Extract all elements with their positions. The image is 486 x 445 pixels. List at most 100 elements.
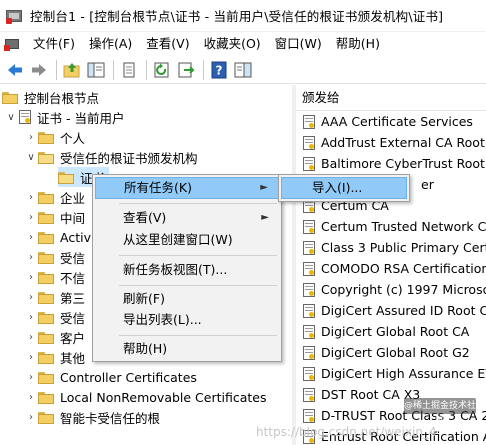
svg-text:?: ? (216, 63, 223, 77)
tree-label: 不信 (60, 270, 86, 286)
tree-node-personal[interactable]: › 个人 (24, 127, 85, 147)
toolbar-separator (203, 59, 204, 80)
chevron-right-icon[interactable]: › (24, 332, 38, 343)
menu-item-refresh[interactable]: 刷新(F) (95, 288, 279, 310)
menu-file[interactable]: 文件(F) (26, 33, 82, 55)
chevron-right-icon[interactable]: › (24, 232, 38, 243)
column-header-issued-to[interactable]: 颁发给 (296, 85, 486, 111)
action-pane-icon[interactable] (232, 59, 254, 81)
folder-icon (38, 271, 54, 284)
list-item[interactable]: DigiCert Global Root G2 (296, 342, 486, 363)
chevron-right-icon[interactable]: › (24, 212, 38, 223)
window-title: 控制台1 - [控制台根节点\证书 - 当前用户\受信任的根证书颁发机构\证书] (30, 9, 444, 24)
menu-help[interactable]: 帮助(H) (329, 33, 387, 55)
tree-node-console-root[interactable]: 控制台根节点 (2, 87, 99, 107)
context-menu: 所有任务(K) ► 查看(V) ► 从这里创建窗口(W) 新任务板视图(T)..… (92, 174, 282, 362)
chevron-right-icon[interactable]: › (24, 292, 38, 303)
list-item-label: Certum Trusted Network CA (321, 219, 486, 234)
menu-view[interactable]: 查看(V) (139, 33, 196, 55)
certificate-icon (302, 387, 316, 402)
toolbar: ? (0, 56, 486, 84)
list-item[interactable]: DigiCert Global Root CA (296, 321, 486, 342)
title-bar: 控制台1 - [控制台根节点\证书 - 当前用户\受信任的根证书颁发机构\证书] (0, 0, 486, 32)
menu-window[interactable]: 窗口(W) (268, 33, 329, 55)
list-item[interactable]: Certum Trusted Network CA (296, 216, 486, 237)
list-item-label: DigiCert Global Root CA (321, 324, 470, 339)
tree-node-certificates-current-user[interactable]: ∨ 证书 - 当前用户 (4, 107, 124, 127)
chevron-right-icon[interactable]: › (24, 272, 38, 283)
menu-item-new-window[interactable]: 从这里创建窗口(W) (95, 229, 279, 251)
certificate-icon (302, 408, 316, 423)
back-icon[interactable] (4, 59, 26, 81)
list-item-label: COMODO RSA Certification ... (321, 261, 486, 276)
tree-node-trusted-people[interactable]: › 受信 (24, 307, 85, 327)
chevron-right-icon[interactable]: › (24, 192, 38, 203)
tree-label: Activ (60, 229, 91, 245)
tree-node-local-nonremovable[interactable]: › Local NonRemovable Certificates (24, 387, 267, 407)
menu-item-new-taskpad[interactable]: 新任务板视图(T)... (95, 259, 279, 281)
menu-item-help[interactable]: 帮助(H) (95, 338, 279, 360)
list-item[interactable]: Class 3 Public Primary Certifi... (296, 237, 486, 258)
list-item-label: DigiCert High Assurance EV ... (321, 366, 486, 381)
certificate-icon (302, 345, 316, 360)
tree-node-other-people[interactable]: › 其他 (24, 347, 85, 367)
list-item[interactable]: AddTrust External CA Root (296, 132, 486, 153)
forward-icon[interactable] (28, 59, 50, 81)
tree-node-intermediate[interactable]: › 中间 (24, 207, 85, 227)
tree-label: 受信任的根证书颁发机构 (60, 150, 198, 166)
copy-icon[interactable] (118, 59, 140, 81)
chevron-down-icon[interactable]: ∨ (4, 112, 18, 123)
menu-item-view[interactable]: 查看(V) ► (95, 207, 279, 229)
certificate-store-icon (18, 110, 32, 124)
chevron-right-icon[interactable]: › (24, 132, 38, 143)
chevron-right-icon[interactable]: › (24, 352, 38, 363)
tree-node-untrusted[interactable]: › 不信 (24, 267, 85, 287)
list-item[interactable]: DigiCert High Assurance EV ... (296, 363, 486, 384)
certificate-icon (302, 240, 316, 255)
tree-label: 个人 (60, 130, 86, 146)
help-icon[interactable]: ? (208, 59, 230, 81)
watermark-url: https://blog.csdn.net/weixin_4 (256, 425, 437, 439)
chevron-right-icon[interactable]: › (24, 372, 38, 383)
menu-action[interactable]: 操作(A) (82, 33, 139, 55)
list-item[interactable]: Copyright (c) 1997 Microsoft... (296, 279, 486, 300)
export-icon[interactable] (175, 59, 197, 81)
menu-favorites[interactable]: 收藏夹(O) (197, 33, 268, 55)
certificate-icon (302, 366, 316, 381)
chevron-right-icon: ► (260, 182, 268, 193)
menu-item-label: 导出列表(L)... (123, 312, 202, 327)
menu-bar: 文件(F) 操作(A) 查看(V) 收藏夹(O) 窗口(W) 帮助(H) (0, 32, 486, 56)
menu-item-export-list[interactable]: 导出列表(L)... (95, 309, 279, 331)
menu-item-import[interactable]: 导入(I)... (281, 177, 407, 199)
tree-node-trusted-publishers[interactable]: › 受信 (24, 247, 85, 267)
folder-icon (38, 311, 54, 324)
list-item[interactable]: COMODO RSA Certification ... (296, 258, 486, 279)
tree-node-enterprise-trust[interactable]: › 企业 (24, 187, 85, 207)
list-item[interactable]: DigiCert Assured ID Root CA (296, 300, 486, 321)
show-hide-tree-icon[interactable] (85, 59, 107, 81)
chevron-right-icon[interactable]: › (24, 312, 38, 323)
menu-item-all-tasks[interactable]: 所有任务(K) ► (95, 177, 279, 199)
system-menu-icon[interactable] (4, 36, 20, 52)
menu-item-label: 导入(I)... (312, 180, 363, 195)
folder-icon (38, 231, 54, 244)
tree-node-active-directory[interactable]: › Activ (24, 227, 91, 247)
tree-label: 其他 (60, 350, 86, 366)
refresh-icon[interactable] (151, 59, 173, 81)
certificate-list-pane[interactable]: 颁发给 AAA Certificate Services AddTrust Ex… (296, 85, 486, 445)
chevron-right-icon[interactable]: › (24, 412, 38, 423)
list-item[interactable]: AAA Certificate Services (296, 111, 486, 132)
chevron-right-icon[interactable]: › (24, 392, 38, 403)
chevron-down-icon[interactable]: ∨ (24, 152, 38, 163)
folder-open-icon (38, 151, 54, 164)
chevron-right-icon: ► (261, 212, 269, 223)
chevron-right-icon[interactable]: › (24, 252, 38, 263)
tree-node-smartcard-trusted-roots[interactable]: › 智能卡受信任的根 (24, 407, 160, 427)
tree-node-third-party[interactable]: › 第三 (24, 287, 85, 307)
up-folder-icon[interactable] (61, 59, 83, 81)
toolbar-separator (113, 59, 114, 80)
tree-node-controller-certificates[interactable]: › Controller Certificates (24, 367, 197, 387)
list-item[interactable]: Baltimore CyberTrust Root (296, 153, 486, 174)
tree-node-trusted-root[interactable]: ∨ 受信任的根证书颁发机构 (24, 147, 198, 167)
tree-node-client-auth[interactable]: › 客户 (24, 327, 85, 347)
